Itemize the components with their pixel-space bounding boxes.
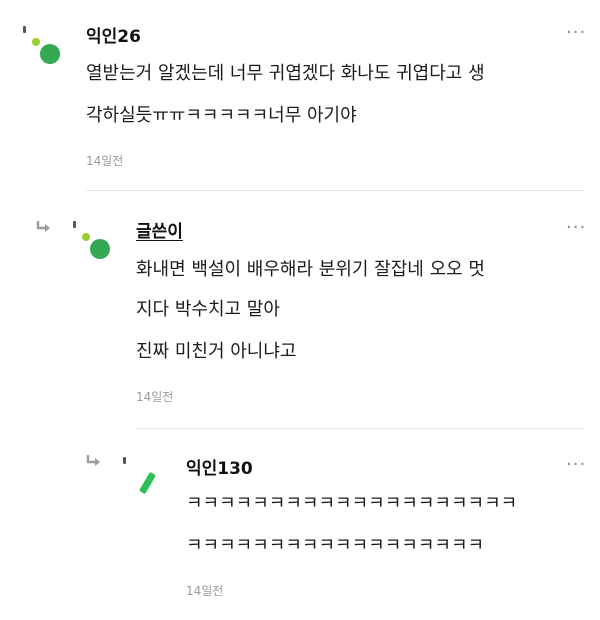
avatar-dot-small (82, 233, 90, 241)
reply-arrow-icon (86, 455, 100, 466)
avatar[interactable] (120, 452, 160, 495)
comment-item: 익인26 ··· 열받는거 알겠는데 너무 귀엽겠다 화나도 귀엽다고 생 각하… (0, 0, 600, 190)
comment-timestamp: 14일전 (136, 390, 174, 404)
comment-item: 익인130 ··· ㅋㅋㅋㅋㅋㅋㅋㅋㅋㅋㅋㅋㅋㅋㅋㅋㅋㅋㅋㅋ ㅋㅋㅋㅋㅋㅋㅋㅋㅋ… (0, 428, 600, 620)
more-options-icon[interactable]: ··· (566, 219, 586, 237)
comment-timestamp: 14일전 (186, 584, 224, 598)
comment-text-line: ㅋㅋㅋㅋㅋㅋㅋㅋㅋㅋㅋㅋㅋㅋㅋㅋㅋㅋㅋㅋ (186, 493, 518, 514)
comment-item: 글쓴이 ··· 화내면 백설이 배우해라 분위기 잘잡네 오오 멋 지다 박수치… (0, 190, 600, 428)
comment-author[interactable]: 익인130 (186, 454, 253, 479)
comment-author[interactable]: 익인26 (86, 22, 141, 47)
avatar-dot-big (90, 239, 110, 259)
comment-text-line: 화내면 백설이 배우해라 분위기 잘잡네 오오 멋 (136, 259, 485, 280)
avatar[interactable] (20, 20, 60, 64)
avatar-marker (123, 457, 126, 464)
comment-thread: 익인26 ··· 열받는거 알겠는데 너무 귀엽겠다 화나도 귀엽다고 생 각하… (0, 0, 600, 620)
avatar-dot-big (40, 44, 60, 64)
comment-text-line: ㅋㅋㅋㅋㅋㅋㅋㅋㅋㅋㅋㅋㅋㅋㅋㅋㅋㅋ (186, 535, 485, 556)
avatar-stripe (138, 471, 157, 495)
avatar-marker (23, 26, 26, 33)
comment-text-line: 각하실듯ㅠㅠㅋㅋㅋㅋㅋ너무 아기야 (86, 105, 357, 126)
comment-text-line: 지다 박수치고 말아 (136, 299, 280, 320)
comment-timestamp: 14일전 (86, 154, 124, 168)
more-options-icon[interactable]: ··· (566, 456, 586, 474)
reply-arrow-icon (36, 221, 50, 232)
avatar-marker (73, 221, 76, 228)
comment-text-line: 열받는거 알겠는데 너무 귀엽겠다 화나도 귀엽다고 생 (86, 63, 485, 84)
avatar[interactable] (70, 215, 110, 259)
comment-text-line: 진짜 미친거 아니냐고 (136, 341, 297, 362)
avatar-dot-small (32, 38, 40, 46)
more-options-icon[interactable]: ··· (566, 24, 586, 42)
comment-author[interactable]: 글쓴이 (136, 217, 183, 242)
